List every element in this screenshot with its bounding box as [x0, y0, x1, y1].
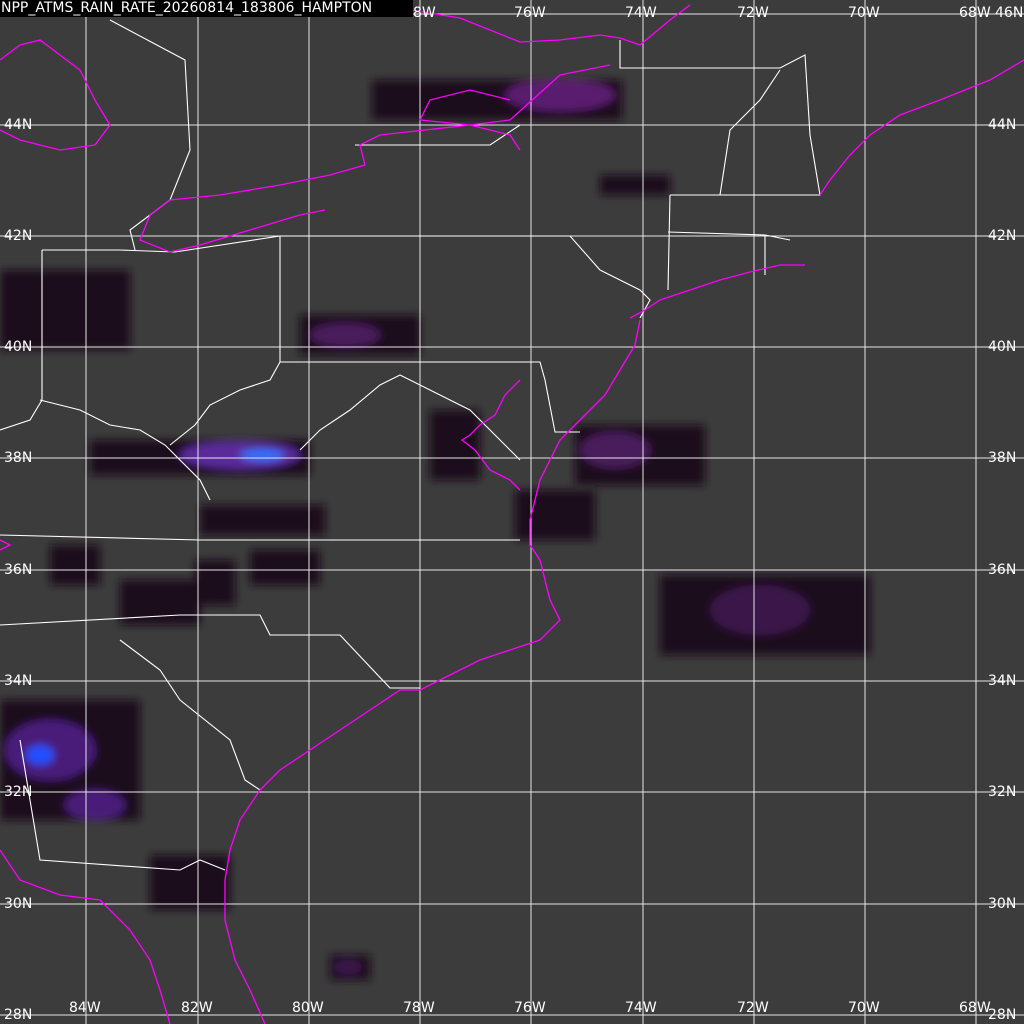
lat-label: 34N [4, 673, 33, 689]
product-title: NPP_ATMS_RAIN_RATE_20260814_183806_HAMPT… [0, 0, 413, 17]
lat-label: 36N [988, 562, 1017, 578]
lon-label: 68W [959, 5, 991, 21]
lat-label: 32N [4, 784, 33, 800]
lon-label: 84W [69, 1000, 101, 1016]
lon-label: 76W [514, 5, 546, 21]
lat-label: 42N [4, 228, 33, 244]
lat-label: 42N [988, 228, 1017, 244]
lat-label: 32N [988, 784, 1017, 800]
lat-label: 44N [988, 117, 1017, 133]
lon-label: 68W [959, 1000, 991, 1016]
lon-label: 70W [848, 5, 880, 21]
lon-label: 78W [403, 1000, 435, 1016]
lat-label: 40N [988, 339, 1017, 355]
lat-label: 38N [988, 450, 1017, 466]
lat-label: 44N [4, 117, 33, 133]
lon-label: 76W [514, 1000, 546, 1016]
lat-label: 30N [4, 896, 33, 912]
lon-label: 82W [181, 1000, 213, 1016]
lon-label: 72W [737, 5, 769, 21]
lat-label: 34N [988, 673, 1017, 689]
lon-label: 8W [413, 5, 436, 21]
lat-label: 46N [995, 5, 1024, 21]
lat-label: 36N [4, 562, 33, 578]
lat-label: 38N [4, 450, 33, 466]
lon-label: 74W [625, 1000, 657, 1016]
lat-label: 28N [988, 1007, 1017, 1023]
lat-label: 28N [4, 1007, 33, 1023]
lon-label: 70W [848, 1000, 880, 1016]
lon-label: 74W [625, 5, 657, 21]
lon-label: 80W [292, 1000, 324, 1016]
lat-label: 30N [988, 896, 1017, 912]
lat-label: 40N [4, 339, 33, 355]
lon-label: 72W [737, 1000, 769, 1016]
map-canvas [0, 0, 1024, 1024]
